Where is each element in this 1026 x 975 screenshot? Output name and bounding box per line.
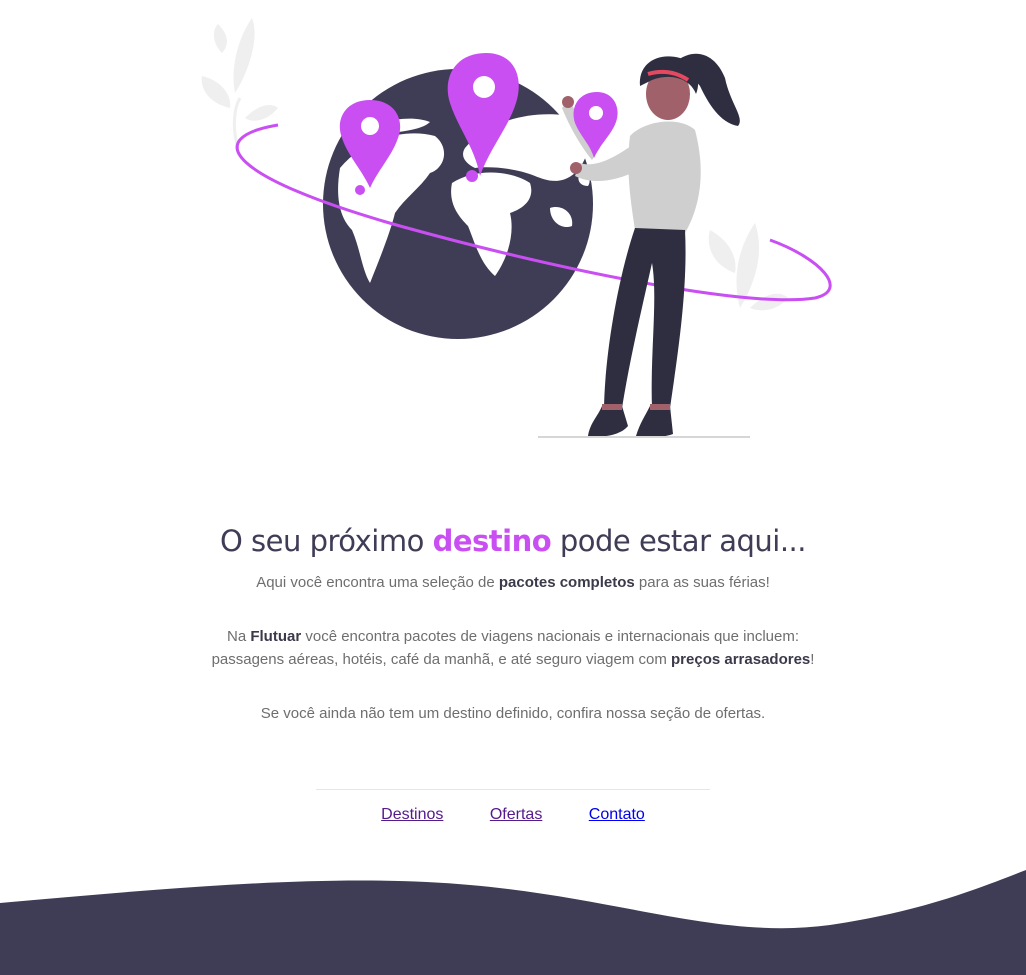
headline-suffix: pode estar aqui... <box>559 524 807 558</box>
footer-wave <box>0 870 1026 975</box>
intro-bold: pacotes completos <box>498 574 635 591</box>
description-text: Na Flutuar você encontra pacotes de viag… <box>0 625 1026 671</box>
hero-illustration <box>201 18 832 438</box>
brand-name: Flutuar <box>250 628 302 645</box>
intro-section: O seu próximo destino pode estar aqui...… <box>0 518 1026 725</box>
headline-highlight: destino <box>432 524 552 558</box>
description-line2: passagens aéreas, hotéis, café da manhã,… <box>211 651 667 668</box>
landing-page: O seu próximo destino pode estar aqui...… <box>0 0 1026 975</box>
description-end: ! <box>810 651 815 668</box>
headline-prefix: O seu próximo <box>220 524 424 558</box>
nav-link-contato[interactable]: Contato <box>589 806 645 824</box>
nav-link-destinos[interactable]: Destinos <box>381 806 443 824</box>
description-middle: você encontra pacotes de viagens naciona… <box>305 628 800 645</box>
intro-text: Aqui você encontra uma seleção de pacote… <box>0 571 1026 594</box>
description-prefix: Na <box>226 628 247 645</box>
nav-link-ofertas[interactable]: Ofertas <box>490 806 542 824</box>
footer-nav: Destinos Ofertas Contato <box>0 806 1026 824</box>
description-bold: preços arrasadores <box>671 651 811 668</box>
page-title: O seu próximo destino pode estar aqui... <box>0 518 1026 564</box>
intro-suffix: para as suas férias! <box>638 574 770 591</box>
nav-divider <box>316 789 710 790</box>
offers-note: Se você ainda não tem um destino definid… <box>260 705 766 722</box>
intro-prefix: Aqui você encontra uma seleção de <box>256 574 495 591</box>
